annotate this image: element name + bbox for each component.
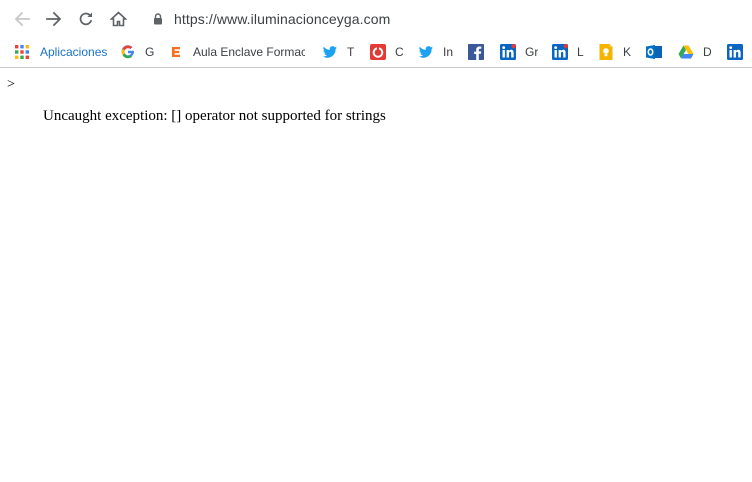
- arrow-right-icon: [46, 11, 62, 27]
- forward-button[interactable]: [42, 8, 66, 30]
- bookmark-keep[interactable]: K: [598, 43, 631, 61]
- bookmark-drive[interactable]: D: [678, 43, 712, 61]
- bookmark-apps[interactable]: Aplicaciones: [14, 43, 107, 61]
- linkedin-icon: [552, 44, 568, 60]
- bookmark-twitter-t[interactable]: T: [322, 43, 354, 61]
- bookmark-label: Aula Enclave Formaci: [193, 45, 305, 59]
- home-button[interactable]: [106, 8, 130, 30]
- bookmark-outlook[interactable]: [646, 43, 662, 61]
- keep-icon: [599, 44, 613, 60]
- google-icon: [121, 45, 134, 59]
- linkedin-icon: [727, 44, 743, 60]
- bookmark-aula-enclave[interactable]: Aula Enclave Formaci: [168, 43, 305, 61]
- lock-icon: [154, 13, 162, 25]
- bookmarks-bar: Aplicaciones G Aula Enclave Formaci T C: [0, 37, 752, 68]
- twitter-icon: [322, 46, 337, 58]
- bookmark-linkedin-3[interactable]: [727, 43, 743, 61]
- back-button[interactable]: [10, 8, 34, 30]
- home-icon: [109, 11, 127, 27]
- url-text: https://www.iluminacionceyga.com: [174, 11, 391, 27]
- enclave-icon: [169, 45, 183, 59]
- outlook-icon: [646, 45, 662, 59]
- bookmark-label: D: [703, 45, 712, 59]
- bookmark-label: K: [623, 45, 632, 59]
- browser-toolbar: https://www.iluminacionceyga.com: [0, 0, 752, 37]
- error-message: Uncaught exception: [] operator not supp…: [43, 108, 386, 124]
- bookmark-label: T: [347, 45, 355, 59]
- page-content: > Uncaught exception: [] operator not su…: [0, 69, 752, 482]
- address-bar[interactable]: https://www.iluminacionceyga.com: [140, 5, 752, 33]
- bookmark-facebook[interactable]: [468, 43, 484, 61]
- bookmark-twitter-in[interactable]: In: [418, 43, 453, 61]
- twitter-icon: [418, 46, 433, 58]
- bookmark-label: L: [577, 45, 584, 59]
- reload-icon: [79, 12, 93, 26]
- apps-grid-icon: [15, 45, 29, 59]
- prompt-symbol: >: [7, 77, 15, 92]
- linkedin-icon: [500, 44, 516, 60]
- bookmark-label: G: [145, 45, 155, 59]
- bookmark-c[interactable]: C: [370, 43, 404, 61]
- bookmark-label: Gr: [525, 45, 539, 59]
- drive-icon: [678, 45, 694, 59]
- facebook-icon: [468, 44, 484, 60]
- bookmark-label: C: [395, 45, 404, 59]
- bookmark-label: Aplicaciones: [40, 45, 108, 59]
- bookmark-google[interactable]: G: [120, 43, 154, 61]
- bookmark-linkedin-gr[interactable]: Gr: [500, 43, 538, 61]
- bookmark-label: In: [443, 45, 454, 59]
- red-round-icon: [370, 44, 386, 60]
- bookmark-linkedin-l[interactable]: L: [552, 43, 584, 61]
- reload-button[interactable]: [74, 8, 98, 30]
- arrow-left-icon: [14, 11, 30, 27]
